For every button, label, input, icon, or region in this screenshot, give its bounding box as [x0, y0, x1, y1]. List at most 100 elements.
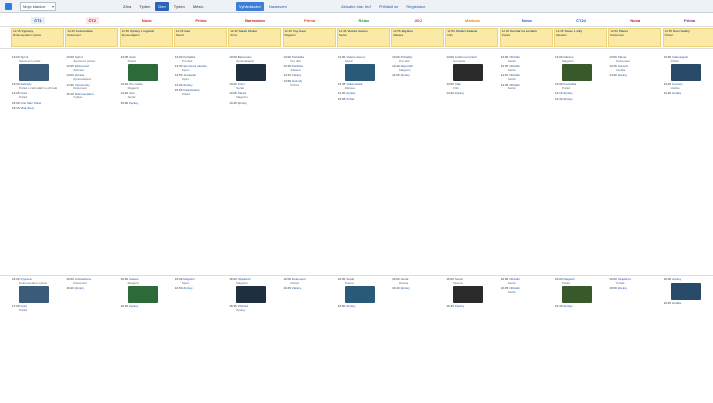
program-item[interactable]: 16:00Seriál Drama	[446, 277, 499, 304]
program-item[interactable]: 14:45Zprávy	[229, 101, 282, 106]
program-item[interactable]: 16:00Architektura Dokument	[66, 277, 119, 285]
program-thumbnail[interactable]	[562, 64, 592, 82]
now-title[interactable]: Gen	[184, 29, 190, 33]
now-title[interactable]: Kuchař na cestách	[510, 29, 537, 33]
program-item[interactable]: 14:50Hvězdy Pořad	[284, 79, 337, 87]
program-title[interactable]: Vlak Story	[21, 106, 35, 110]
program-item[interactable]: 13:00Videosignál Pořad	[664, 55, 713, 82]
program-item[interactable]: 14:15Zprávy	[284, 74, 337, 78]
program-item[interactable]: 13:00Sprint Sportovní pořad	[12, 55, 65, 82]
channel-logo[interactable]: Markíza	[445, 15, 499, 25]
program-title[interactable]: Pořad	[346, 97, 354, 101]
program-item[interactable]: 13:00Planet Dokument	[609, 55, 662, 63]
program-item[interactable]: 16:00Seriál Drama	[392, 277, 445, 285]
program-item[interactable]: 16:00Galerie Magazín	[121, 277, 174, 304]
now-playing-cell[interactable]: 12:35Gen Seriál	[173, 28, 227, 47]
program-thumbnail[interactable]	[344, 64, 375, 82]
program-item[interactable]: 13:30Zahrady Pořad o zahradách a přírodě	[12, 82, 65, 90]
program-item[interactable]: 16:00Výprava Dokumentární cyklus	[12, 277, 65, 304]
now-playing-cell[interactable]: 12:50Zprávy z regionů Zpravodajství	[119, 28, 173, 47]
program-thumbnail[interactable]	[670, 282, 701, 300]
channel-logo[interactable]: Relax	[337, 15, 391, 25]
program-item[interactable]: 14:20Hudba	[664, 92, 713, 96]
now-title[interactable]: Big Ben	[402, 29, 413, 33]
program-item[interactable]: 16:40Zprávy	[66, 286, 119, 291]
program-item[interactable]: 16:45Zprávy	[284, 286, 337, 291]
top-link[interactable]: Aktuální čas: teď	[338, 2, 374, 11]
program-item[interactable]: 13:35Oficiální Seriál	[501, 64, 554, 72]
logo-icon[interactable]	[5, 3, 12, 10]
now-playing-cell[interactable]: 12:55Big Ben Zábava	[391, 28, 445, 47]
program-item[interactable]: 16:40Zprávy	[392, 286, 445, 291]
now-playing-cell[interactable]: 12:45Tanec s vlky Western	[554, 28, 607, 47]
program-item[interactable]: 13:40Koncert Hudba	[664, 82, 713, 90]
now-title[interactable]: Kurz hudby	[673, 29, 690, 33]
program-item[interactable]: 13:45Velká sázka Zábava	[338, 82, 391, 90]
program-item[interactable]: 16:00Objektivní Pořad	[609, 277, 662, 285]
program-item[interactable]: 14:40Zprávy	[446, 92, 499, 96]
now-title[interactable]: Sarah Stoker	[239, 29, 258, 33]
program-item[interactable]: 15:05Pořad	[338, 97, 391, 102]
program-thumbnail[interactable]	[670, 64, 701, 82]
program-item[interactable]: 16:50Zprávy	[175, 286, 228, 291]
program-item[interactable]: 13:05Gotb Pořad	[121, 55, 174, 82]
channel-set-select[interactable]: Moje stanice	[20, 2, 56, 11]
now-playing-cell[interactable]: 12:45Výpravy Dokumentární cyklus	[11, 28, 64, 47]
program-item[interactable]: 13:20Krimi Seriál	[229, 82, 282, 90]
channel-logo[interactable]: ČT2	[65, 15, 119, 25]
program-item[interactable]: 13:00Dálnice Magazín	[555, 55, 608, 82]
tool-button[interactable]: Nastavení	[266, 2, 290, 11]
nav-button[interactable]: Zítra	[120, 2, 134, 11]
program-title[interactable]: One Man Show	[21, 101, 42, 105]
program-title[interactable]: Zprávy	[129, 304, 138, 308]
program-item[interactable]: 14:10Oficiální Seriál	[501, 74, 554, 81]
program-item[interactable]: 16:00Magazín Sport	[175, 277, 228, 285]
program-item[interactable]: 16:00Objektivní Magazín	[229, 277, 282, 304]
program-item[interactable]: 17:00Gust Pořad	[12, 304, 65, 312]
program-thumbnail[interactable]	[236, 64, 267, 82]
program-item[interactable]: 16:50Zprávy	[338, 304, 391, 309]
channel-logo[interactable]: JOJ	[391, 15, 445, 25]
top-link[interactable]: Přihlásit se	[376, 2, 402, 11]
program-title[interactable]: Zprávy	[455, 304, 464, 308]
program-item[interactable]: 14:10Zprávy	[555, 92, 608, 96]
program-item[interactable]: 16:00Oficiální Seriál	[501, 277, 554, 285]
program-title[interactable]: Hudba	[672, 91, 681, 96]
channel-logo[interactable]: Barrandov	[228, 15, 282, 25]
program-item[interactable]: 13:50Jezdecké Sport	[175, 74, 228, 81]
program-item[interactable]: 15:10Dokumentární Cyklus	[66, 92, 119, 100]
program-item[interactable]: 13:00Sprint Sportovní pořad	[66, 55, 119, 63]
program-thumbnail[interactable]	[236, 286, 267, 304]
now-playing-cell[interactable]: 12:40Cestománie Dokument	[65, 28, 119, 47]
program-title[interactable]: Zprávy	[618, 73, 627, 78]
program-title[interactable]: Zprávy	[183, 286, 192, 290]
now-playing-cell[interactable]: 12:50Planet Dokument	[608, 28, 662, 47]
program-item[interactable]: 14:30Zprávy	[609, 74, 662, 78]
channel-logo[interactable]: Prima	[174, 15, 228, 25]
program-item[interactable]: 16:00Magazín Pořad	[555, 277, 608, 304]
program-item[interactable]: 16:00Zprávy	[664, 277, 713, 300]
program-item[interactable]: 16:35Oficiální Seriál	[501, 286, 554, 294]
program-item[interactable]: 15:05Kaleidoskop Pořad	[175, 88, 228, 96]
program-item[interactable]: 14:00Zpráva Zpravodajství	[66, 74, 119, 81]
program-item[interactable]: 16:45Zprávy	[121, 304, 174, 309]
now-title[interactable]: Tanec s vlky	[565, 29, 583, 33]
program-title[interactable]: Zprávy	[564, 304, 573, 308]
program-title[interactable]: Zprávy	[401, 73, 410, 78]
program-title[interactable]: Zprávy	[183, 83, 192, 87]
program-thumbnail[interactable]	[127, 286, 158, 304]
program-thumbnail[interactable]	[19, 286, 49, 304]
program-item[interactable]: 16:00Seriál Drama	[338, 277, 391, 304]
program-title[interactable]: Zprávy	[564, 91, 573, 96]
nav-button[interactable]: Den	[155, 2, 169, 11]
program-title[interactable]: Zprávy	[346, 304, 355, 308]
program-item[interactable]: 13:45Koncert Hudba	[609, 64, 662, 72]
program-item[interactable]: 13:50Vlak Film	[446, 82, 499, 90]
program-item[interactable]: 13:00Pohádka Pro děti	[284, 55, 337, 63]
program-item[interactable]: 14:30Zprávy	[338, 92, 391, 96]
program-item[interactable]: 15:15Vlak Story	[12, 106, 65, 111]
now-playing-cell[interactable]: 12:40Top Gear Magazín	[282, 28, 336, 47]
nav-button[interactable]: Týden	[171, 2, 188, 11]
program-title[interactable]: Zprávy	[401, 286, 410, 290]
program-title[interactable]: Zprávy	[238, 101, 247, 105]
